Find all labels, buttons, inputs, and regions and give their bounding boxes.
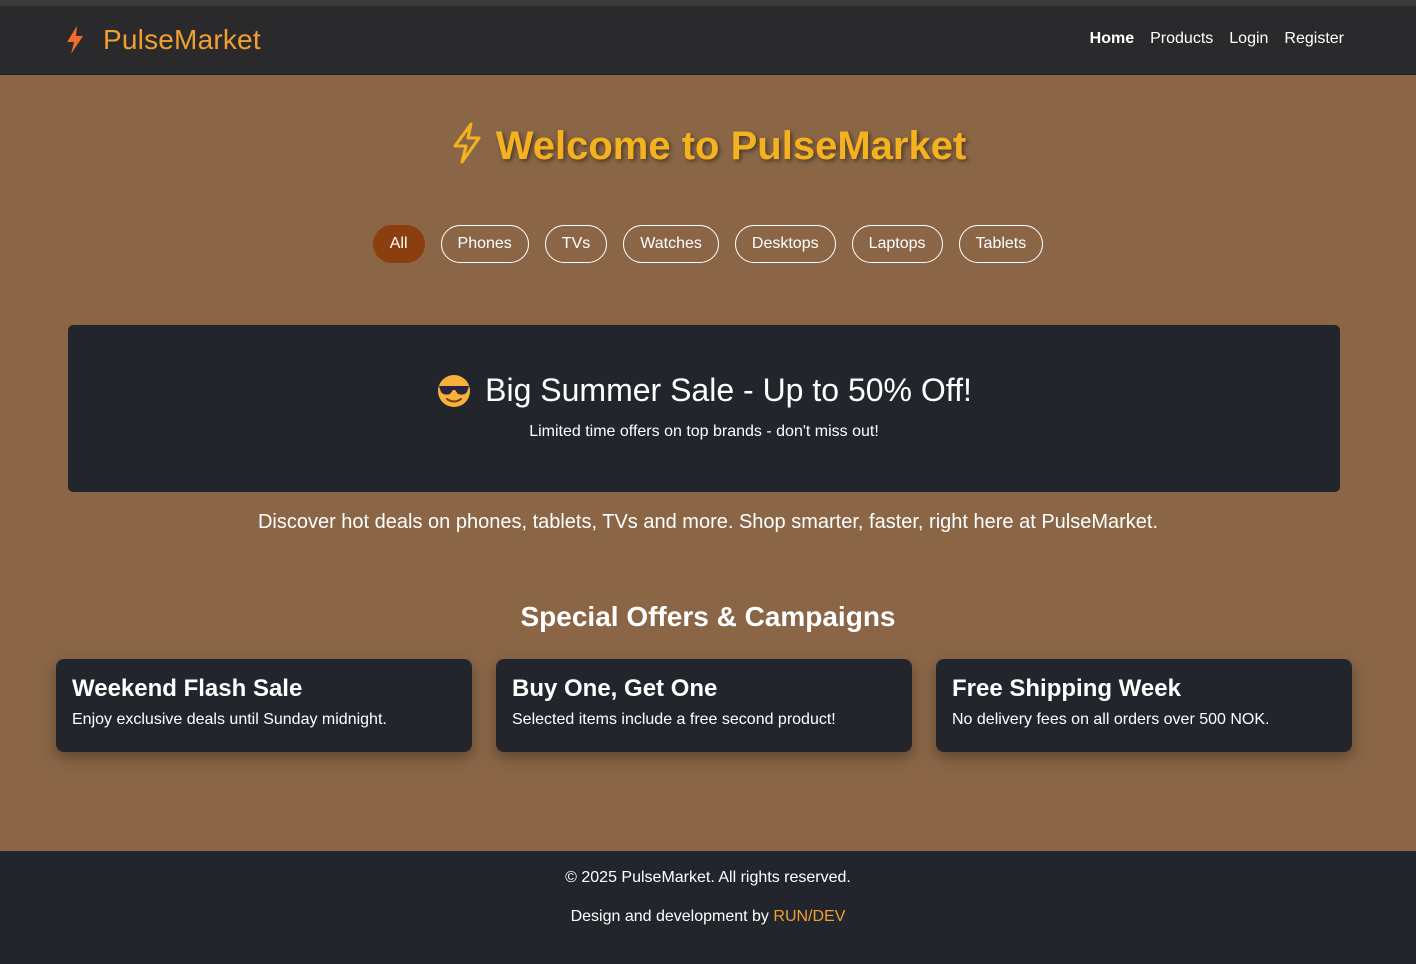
navbar: PulseMarket Home Products Login Register <box>0 6 1416 75</box>
tagline: Discover hot deals on phones, tablets, T… <box>257 511 1159 533</box>
offer-description: Selected items include a free second pro… <box>512 711 836 728</box>
rundev-link[interactable]: RUN/DEV <box>773 908 845 925</box>
main-nav: Home Products Login Register <box>1090 30 1344 48</box>
offer-title: Weekend Flash Sale <box>72 675 303 702</box>
bolt-icon <box>450 122 484 174</box>
footer-copyright: © 2025 PulseMarket. All rights reserved. <box>565 869 851 886</box>
hero-title-text: Welcome to PulseMarket <box>495 124 967 168</box>
bolt-icon <box>64 25 86 55</box>
filter-laptops[interactable]: Laptops <box>851 225 943 263</box>
offer-card: Free Shipping Week No delivery fees on a… <box>936 659 1352 752</box>
hero-title: Welcome to PulseMarket <box>0 122 1416 174</box>
footer-credit: Design and development by RUN/DEV <box>0 908 1416 926</box>
banner-title: Big Summer Sale - Up to 50% Off! <box>68 372 1340 409</box>
offer-description: No delivery fees on all orders over 500 … <box>952 711 1270 728</box>
filter-watches[interactable]: Watches <box>623 225 719 263</box>
smiling-face-with-sunglasses-icon <box>436 373 472 409</box>
brand-name: PulseMarket <box>103 24 261 55</box>
filter-tablets[interactable]: Tablets <box>958 225 1044 263</box>
nav-products[interactable]: Products <box>1150 30 1213 48</box>
filter-tvs[interactable]: TVs <box>544 225 608 263</box>
nav-register[interactable]: Register <box>1284 30 1344 48</box>
offer-title: Buy One, Get One <box>512 675 718 702</box>
offer-card: Buy One, Get One Selected items include … <box>496 659 912 752</box>
nav-login[interactable]: Login <box>1229 30 1268 48</box>
footer: © 2025 PulseMarket. All rights reserved.… <box>0 851 1416 964</box>
category-filters: All Phones TVs Watches Desktops Laptops … <box>0 225 1416 263</box>
banner-title-text: Big Summer Sale - Up to 50% Off! <box>485 372 972 408</box>
filter-all[interactable]: All <box>372 225 425 263</box>
brand-link[interactable]: PulseMarket <box>64 23 261 57</box>
offer-card: Weekend Flash Sale Enjoy exclusive deals… <box>56 659 472 752</box>
filter-phones[interactable]: Phones <box>440 225 529 263</box>
offer-title: Free Shipping Week <box>952 675 1181 702</box>
filter-desktops[interactable]: Desktops <box>734 225 836 263</box>
nav-home[interactable]: Home <box>1090 30 1134 48</box>
offers-section-title: Special Offers & Campaigns <box>520 601 896 632</box>
offer-description: Enjoy exclusive deals until Sunday midni… <box>72 711 387 728</box>
sale-banner: Big Summer Sale - Up to 50% Off! Limited… <box>68 325 1340 492</box>
banner-subtitle: Limited time offers on top brands - don'… <box>529 423 879 440</box>
footer-credit-prefix: Design and development by <box>570 908 769 925</box>
